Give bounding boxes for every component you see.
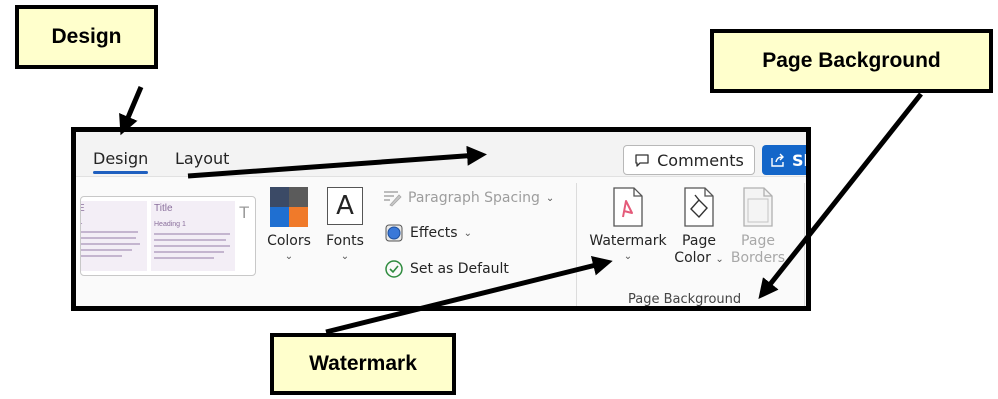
arrow-to-tab-bar (187, 145, 487, 179)
arrow-to-watermark-button (325, 255, 613, 335)
annotation-arrows (119, 86, 923, 335)
arrow-to-design-tab (119, 86, 144, 136)
arrow-to-page-background-group (758, 92, 923, 300)
callout-watermark: Watermark (270, 333, 456, 395)
